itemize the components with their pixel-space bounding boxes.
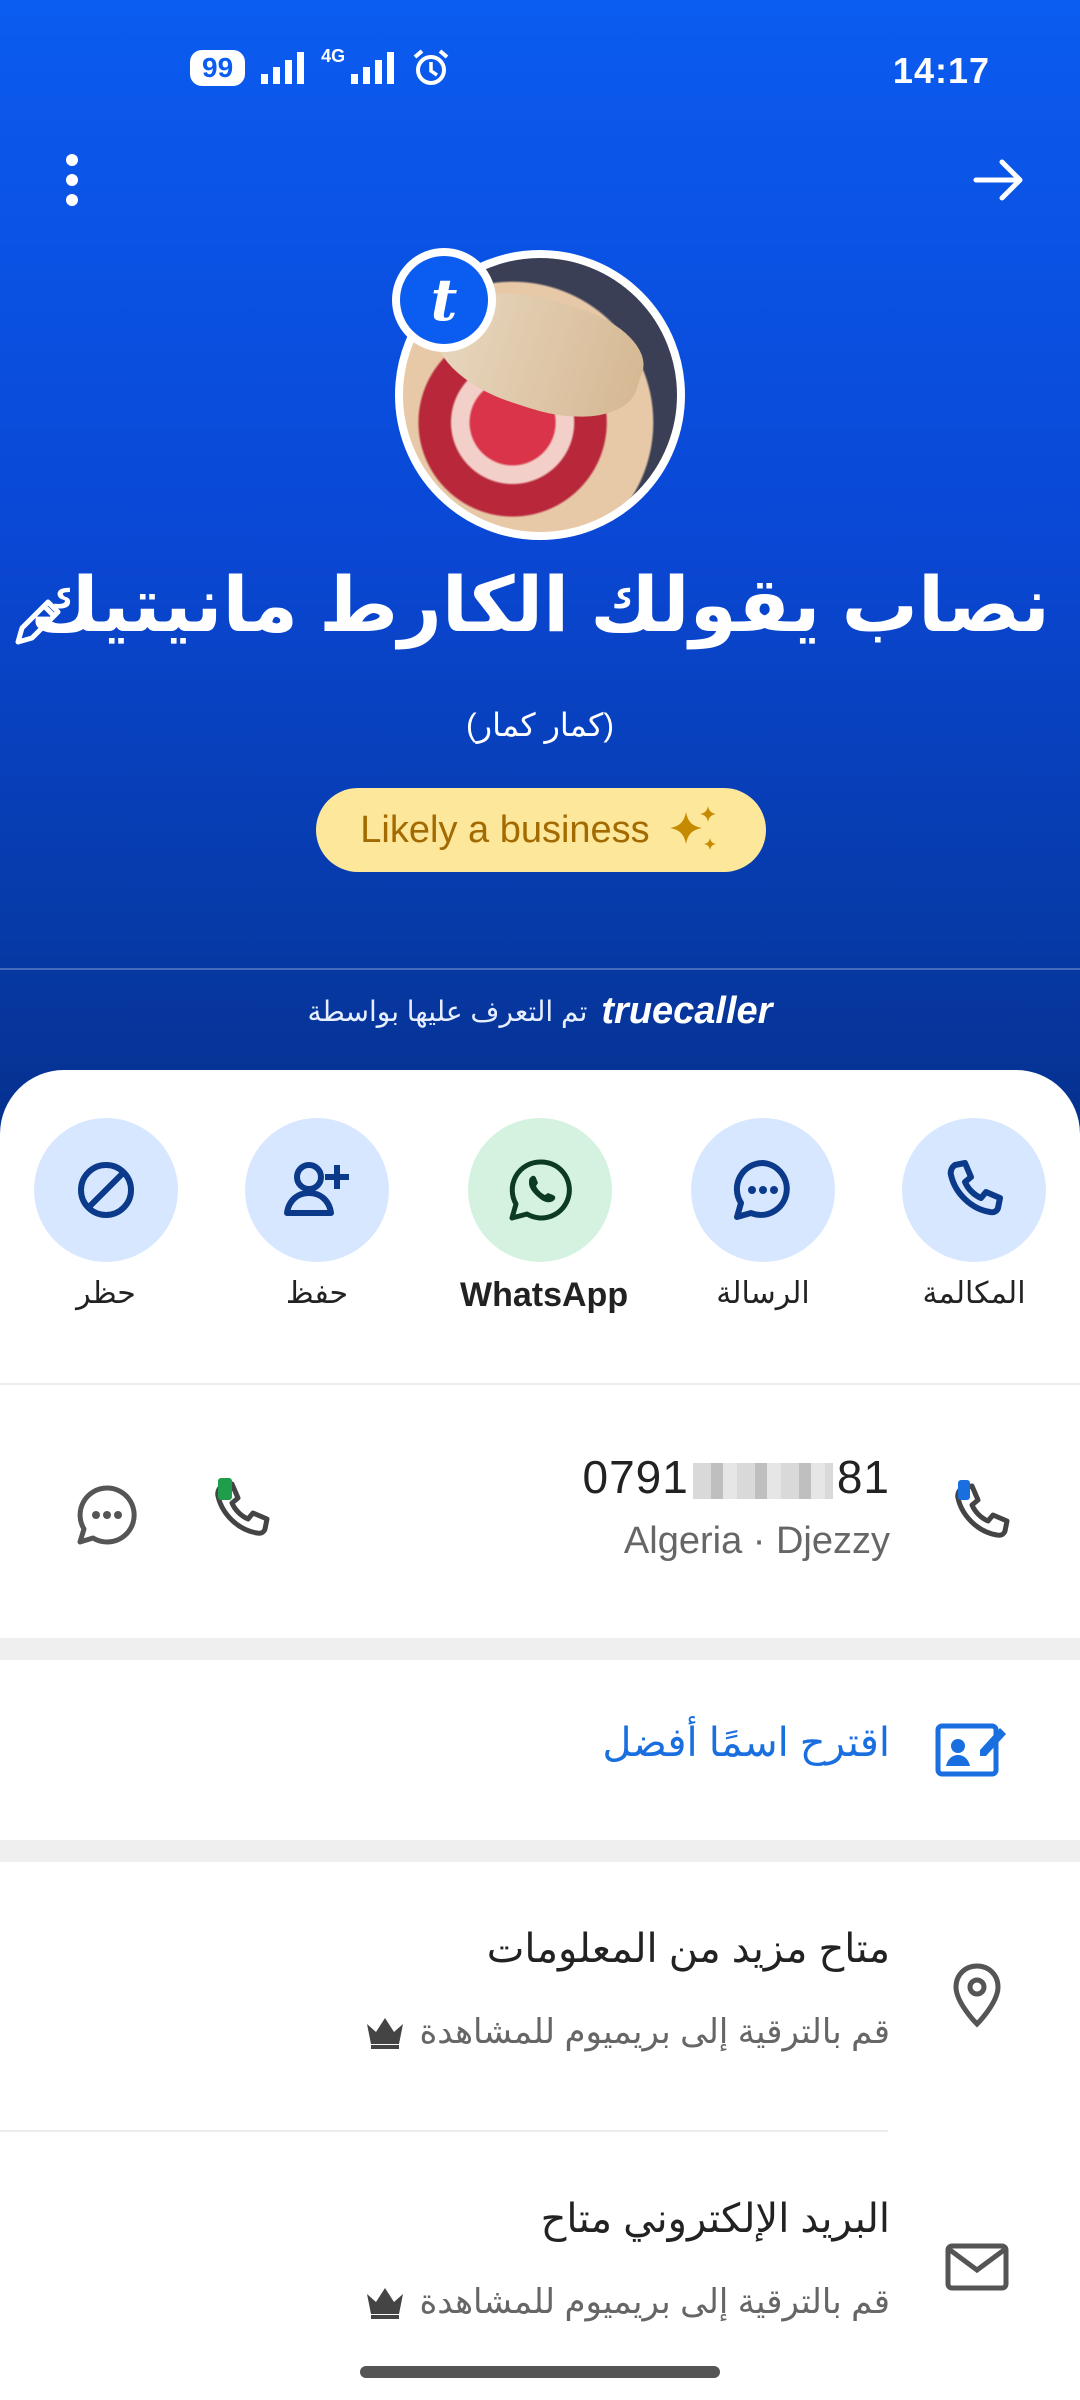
phone-icon	[947, 1160, 1003, 1216]
phone-number-start: 0791	[582, 1451, 689, 1503]
truecaller-brand: truecaller	[601, 990, 773, 1032]
phone-number[interactable]: 0791 81	[582, 1450, 890, 1504]
crown-icon	[367, 2288, 404, 2319]
action-bar: حظر حفظ WhatsApp الرسالة المكالمة	[0, 1118, 1080, 1338]
clock: 14:17	[892, 50, 990, 91]
more-info-title: متاح مزيد من المعلومات	[486, 1927, 890, 1971]
mail-icon	[945, 2243, 1009, 2291]
message-label: الرسالة	[716, 1277, 810, 1310]
home-indicator[interactable]	[360, 2366, 720, 2378]
section-divider	[0, 1638, 1080, 1660]
premium-upsell-text-2: قم بالترقية إلى بريميوم للمشاهدة	[419, 2283, 890, 2321]
whatsapp-button-circle[interactable]	[468, 1118, 612, 1262]
call-button-circle[interactable]	[902, 1118, 1046, 1262]
call-label: المكالمة	[922, 1277, 1026, 1310]
suggest-name-link[interactable]: اقترح اسمًا أفضل	[602, 1720, 890, 1766]
premium-upsell-text: قم بالترقية إلى بريميوم للمشاهدة	[419, 2013, 890, 2051]
block-button-circle[interactable]	[34, 1118, 178, 1262]
save-button-circle[interactable]	[245, 1118, 389, 1262]
suggest-name-icon[interactable]	[934, 1716, 1010, 1780]
block-label: حظر	[76, 1277, 136, 1310]
alarm-icon	[413, 49, 449, 85]
premium-upsell: قم بالترقية إلى بريميوم للمشاهدة	[365, 2012, 890, 2052]
sms-icon[interactable]	[72, 1480, 142, 1550]
add-contact-icon	[284, 1162, 349, 1216]
business-tag-label: Likely a business	[360, 808, 650, 851]
divider	[0, 2130, 888, 2132]
save-contact-button[interactable]: حفظ	[237, 1118, 397, 1311]
status-icons: 99 4G	[190, 45, 451, 88]
more-options-icon[interactable]	[50, 150, 94, 210]
call-button[interactable]: المكالمة	[894, 1118, 1054, 1311]
message-button[interactable]: الرسالة	[683, 1118, 843, 1311]
message-icon	[733, 1159, 790, 1220]
phone-number-end: 81	[836, 1451, 890, 1503]
truecaller-logo-icon: t	[392, 248, 496, 352]
sim1-call-icon[interactable]	[950, 1478, 1020, 1548]
identified-by-text: تم التعرف عليها بواسطة	[307, 996, 588, 1027]
header-divider	[0, 968, 1080, 970]
sim2-call-icon[interactable]	[210, 1476, 284, 1550]
signal-icon-2	[351, 52, 395, 84]
divider	[0, 1383, 1080, 1385]
crown-icon	[367, 2018, 404, 2049]
message-button-circle[interactable]	[691, 1118, 835, 1262]
section-divider-2	[0, 1840, 1080, 1862]
redacted-digits	[692, 1462, 833, 1499]
location-pin-icon	[953, 1963, 1001, 2028]
contact-name: نصاب يقولك الكارط مانيتيك	[30, 563, 1050, 648]
whatsapp-icon	[509, 1159, 572, 1221]
notification-count-badge: 99	[190, 50, 246, 86]
signal-icon	[261, 52, 305, 84]
identified-by-truecaller: تم التعرف عليها بواسطة truecaller	[0, 990, 1080, 1033]
carrier-label: Algeria · Djezzy	[623, 1520, 890, 1562]
block-icon	[78, 1162, 134, 1218]
whatsapp-label: WhatsApp	[460, 1276, 629, 1314]
sparkle-icon	[669, 806, 716, 850]
business-tag: Likely a business	[316, 788, 766, 872]
network-type-label: 4G	[321, 45, 346, 66]
contact-alt-name: (كمار كمار)	[465, 707, 615, 743]
premium-upsell-2: قم بالترقية إلى بريميوم للمشاهدة	[365, 2282, 890, 2322]
status-bar: 99 4G 14:17	[0, 40, 1080, 100]
back-arrow-icon[interactable]	[970, 150, 1030, 210]
block-button[interactable]: حظر	[26, 1118, 186, 1311]
save-label: حفظ	[285, 1277, 349, 1310]
whatsapp-button[interactable]: WhatsApp	[460, 1118, 629, 1315]
email-available-title: البريد الإلكتروني متاح	[540, 2197, 890, 2241]
